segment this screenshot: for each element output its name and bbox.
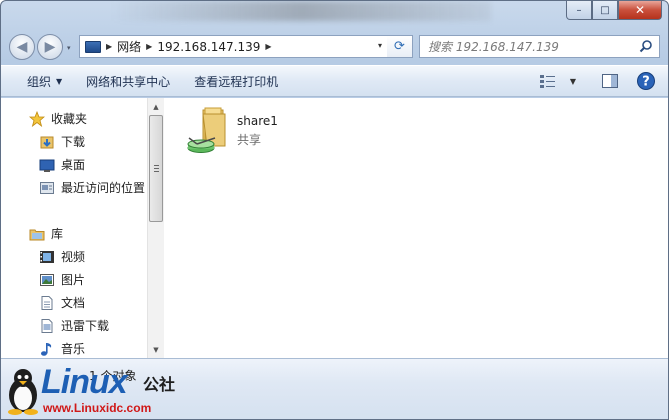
breadcrumb-network[interactable]: 网络 [117, 38, 141, 55]
breadcrumb-separator[interactable]: ▶ [106, 42, 112, 51]
title-blur [111, 1, 491, 21]
libraries-icon [29, 226, 45, 242]
close-button[interactable]: ✕ [618, 1, 662, 20]
grip-icon [154, 165, 159, 172]
navigation-pane-scrollbar[interactable]: ▲ ▼ [147, 98, 164, 358]
forward-arrow-icon: ▶ [44, 39, 56, 55]
sidebar-item-label: 下载 [61, 135, 86, 149]
organize-label: 组织 [27, 74, 52, 89]
item-type: 共享 [237, 133, 262, 147]
change-view-button[interactable] [536, 69, 560, 93]
video-icon [39, 249, 55, 265]
address-bar[interactable]: ▶ 网络 ▶ 192.168.147.139 ▶ ▾ [79, 35, 413, 58]
details-pane: 1 个对象 Linux 公社 www.Linuxidc.com [1, 358, 668, 419]
navigation-row: ◀ ▶ ▾ ▶ 网络 ▶ 192.168.147.139 ▶ ▾ ⟳ [1, 31, 668, 63]
sidebar-item-label: 文档 [61, 296, 86, 310]
sidebar-item-label: 库 [51, 227, 64, 241]
star-icon [29, 110, 45, 127]
help-button[interactable]: ? [634, 69, 658, 93]
preview-pane-button[interactable] [598, 69, 622, 93]
scroll-up-button[interactable]: ▲ [148, 98, 164, 115]
watermark-cn-text: 公社 [143, 375, 176, 394]
sidebar-item-music[interactable]: 音乐 [39, 338, 85, 358]
sidebar-item-favorites[interactable]: 收藏夹 [29, 108, 87, 129]
view-remote-printers-button[interactable]: 查看远程打印机 [182, 68, 290, 94]
sidebar-item-desktop[interactable]: 桌面 [39, 154, 85, 175]
sidebar-item-label: 迅雷下载 [61, 319, 110, 333]
xunlei-download-icon [39, 318, 55, 334]
shared-folder-icon [187, 107, 226, 153]
search-input[interactable] [428, 38, 628, 56]
help-icon: ? [637, 72, 655, 90]
preview-pane-icon [602, 74, 618, 88]
maximize-button[interactable]: □ [592, 1, 618, 20]
network-sharing-center-button[interactable]: 网络和共享中心 [74, 68, 182, 94]
sidebar-item-videos[interactable]: 视频 [39, 246, 85, 267]
watermark-url: www.Linuxidc.com [43, 401, 152, 415]
sidebar-item-label: 收藏夹 [51, 112, 88, 126]
back-arrow-icon: ◀ [16, 39, 28, 55]
sidebar-item-label: 视频 [61, 250, 86, 264]
breadcrumb-host[interactable]: 192.168.147.139 [157, 40, 260, 54]
desktop-icon [39, 157, 55, 173]
view-dropdown-arrow[interactable]: ▼ [566, 77, 580, 86]
list-item[interactable]: share1 共享 [185, 104, 325, 156]
tux-penguin-icon [8, 369, 38, 415]
watermark-logo: Linux [41, 363, 128, 401]
view-controls: ▼ ? [536, 69, 658, 93]
organize-button[interactable]: 组织 ▼ [15, 68, 74, 94]
command-bar: 组织 ▼ 网络和共享中心 查看远程打印机 ▼ ? [1, 65, 668, 97]
breadcrumb-separator[interactable]: ▶ [265, 42, 271, 51]
forward-button[interactable]: ▶ [37, 34, 63, 60]
window-controls: – □ ✕ [566, 1, 662, 20]
scroll-thumb[interactable] [149, 115, 163, 222]
back-button[interactable]: ◀ [9, 34, 35, 60]
file-list: share1 共享 [165, 98, 668, 358]
recent-pages-dropdown[interactable]: ▾ [67, 44, 71, 52]
search-icon[interactable] [639, 39, 653, 53]
minimize-button[interactable]: – [566, 1, 592, 20]
music-icon [39, 341, 55, 357]
sidebar-item-downloads[interactable]: 下载 [39, 131, 85, 152]
explorer-window: – □ ✕ ◀ ▶ ▾ ▶ 网络 ▶ 192.168.147.139 ▶ ▾ ⟳ [0, 0, 669, 420]
sidebar-item-label: 最近访问的位置 [61, 181, 146, 195]
sidebar-item-label: 音乐 [61, 342, 86, 356]
svg-text:?: ? [642, 75, 650, 90]
address-history-dropdown[interactable]: ▾ [378, 41, 382, 50]
documents-icon [39, 295, 55, 311]
pictures-icon [39, 272, 55, 288]
sidebar-item-documents[interactable]: 文档 [39, 292, 85, 313]
sidebar-item-pictures[interactable]: 图片 [39, 269, 85, 290]
item-name: share1 [237, 114, 278, 128]
network-location-icon [85, 40, 101, 53]
view-options-icon [540, 75, 555, 88]
sidebar-item-libraries[interactable]: 库 [29, 223, 63, 244]
sidebar-item-label: 桌面 [61, 158, 86, 172]
scroll-down-button[interactable]: ▼ [148, 341, 164, 358]
content-area: 收藏夹 下载 桌面 最近访问的位置 库 视频 图片 文档 迅雷下载 音乐 ▲ ▼… [1, 98, 668, 358]
recent-places-icon [39, 180, 55, 196]
title-bar[interactable]: – □ ✕ [1, 1, 668, 31]
sidebar-item-recent-places[interactable]: 最近访问的位置 [39, 177, 145, 198]
breadcrumb-separator[interactable]: ▶ [146, 42, 152, 51]
refresh-icon: ⟳ [394, 39, 405, 54]
sidebar-item-xunlei-downloads[interactable]: 迅雷下载 [39, 315, 109, 336]
navigation-pane: 收藏夹 下载 桌面 最近访问的位置 库 视频 图片 文档 迅雷下载 音乐 [1, 98, 147, 358]
search-box[interactable] [419, 35, 660, 58]
sidebar-item-label: 图片 [61, 273, 86, 287]
downloads-folder-icon [39, 134, 55, 150]
refresh-button[interactable]: ⟳ [387, 35, 413, 58]
organize-arrow-icon: ▼ [56, 76, 63, 86]
